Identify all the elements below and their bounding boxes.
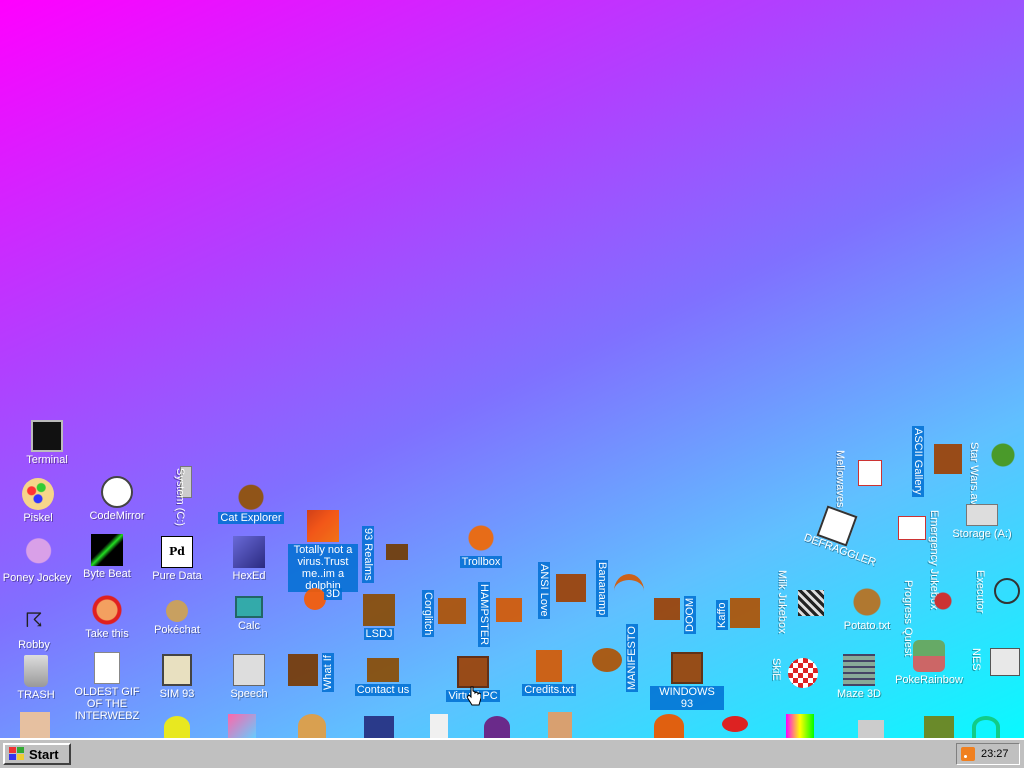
start-label: Start: [29, 746, 59, 762]
floppy-drive-icon: [966, 504, 998, 526]
banana-icon: [614, 574, 644, 608]
pony-icon: [21, 538, 53, 570]
virtual-pc-icon: [457, 656, 489, 688]
stick-figure-icon: ☈: [25, 610, 43, 632]
contact-icon: [367, 658, 399, 682]
partial-icon-lips[interactable]: [722, 716, 748, 732]
text-file-icon: [536, 650, 562, 682]
desktop-icon-pokerainbow[interactable]: PokeRainbow: [892, 640, 966, 686]
green-wave-icon: [91, 534, 123, 566]
partial-icon-box[interactable]: [364, 716, 394, 738]
chat-icon: [465, 522, 497, 554]
desktop-icon-pure-data[interactable]: Pd Pure Data: [140, 536, 214, 582]
pd-icon: Pd: [161, 536, 193, 568]
pokeball-icon: [166, 600, 188, 622]
partial-icon-face[interactable]: [20, 712, 50, 738]
clock[interactable]: 23:27: [981, 748, 1009, 760]
desktop-icon-dolphin[interactable]: Totally not a virus.Trust me..im a dolph…: [286, 510, 360, 592]
terminal-icon: [31, 420, 63, 452]
kaffo-icon: [730, 598, 760, 628]
partial-icon-virus[interactable]: [484, 716, 510, 738]
doom-icon: [654, 598, 680, 620]
desktop-icon-trollbox[interactable]: Trollbox: [444, 522, 518, 568]
partial-icon-smiley[interactable]: [164, 716, 190, 738]
nes-icon: [990, 648, 1020, 676]
speech-face-icon: [233, 654, 265, 686]
partial-icon-mystery[interactable]: [924, 716, 954, 738]
executor-icon: [994, 578, 1020, 604]
desktop-icon-pokechat[interactable]: Pokéchat: [140, 600, 214, 636]
desktop-icon-credits[interactable]: Credits.txt: [512, 650, 586, 696]
windows-logo-icon: [9, 747, 25, 761]
ascii-gallery-icon: [934, 444, 962, 474]
blob-icon: [304, 588, 326, 610]
sim-book-icon: [162, 654, 192, 686]
star-wars-icon: [988, 440, 1018, 470]
cat-globe-icon: [235, 478, 267, 510]
desktop-icon-cat-explorer[interactable]: Cat Explorer: [214, 478, 288, 524]
trash-icon: [24, 655, 48, 687]
computer-icon: [671, 652, 703, 684]
start-button[interactable]: Start: [3, 743, 71, 765]
desktop-icon-lsdj[interactable]: LSDJ: [342, 594, 416, 640]
troll-face-icon: [91, 594, 123, 626]
desktop-icon-oldest-gif[interactable]: OLDEST GIF OF THE INTERWEBZ: [70, 652, 144, 722]
jukebox-icon: [898, 516, 926, 540]
cube-icon: [233, 536, 265, 568]
desktop-icon-trash[interactable]: TRASH: [0, 655, 73, 701]
desktop-icon-take-this[interactable]: Take this: [70, 594, 144, 640]
hand-cursor-icon: [467, 686, 481, 706]
desktop-icon-byte-beat[interactable]: Byte Beat: [70, 534, 144, 580]
gif-icon: [94, 652, 120, 684]
desktop-icon-speech[interactable]: Speech: [212, 654, 286, 700]
what-if-icon: [288, 654, 318, 686]
palette-icon: [22, 478, 54, 510]
mellowaves-icon: [858, 460, 882, 486]
partial-icon-face2[interactable]: [548, 712, 572, 738]
manifesto-icon: [592, 648, 622, 672]
partial-icon-cookie[interactable]: [298, 714, 326, 738]
partial-icon-colors[interactable]: [786, 714, 814, 738]
partial-icon-cube[interactable]: [228, 714, 256, 738]
hamster-icon: [496, 598, 522, 622]
taskbar: Start 23:27: [0, 738, 1024, 768]
realms-icon: [386, 544, 408, 560]
desktop-icon-codemirror[interactable]: CodeMirror: [80, 476, 154, 522]
dolphin-icon: [307, 510, 339, 542]
cat-editor-icon: [101, 476, 133, 508]
desktop-icon-3d[interactable]: 3D: [290, 588, 343, 612]
desktop-icon-storage-a[interactable]: Storage (A:): [945, 504, 1019, 540]
desktop-icon-maze-3d[interactable]: Maze 3D: [822, 654, 896, 700]
desktop-icon-contact-us[interactable]: Contact us: [346, 658, 420, 696]
partial-icon-bottle[interactable]: [430, 714, 448, 738]
desktop-icon-system-c[interactable]: System (C:): [170, 466, 210, 526]
desktop-icon-terminal[interactable]: Terminal: [10, 420, 84, 466]
milk-jukebox-icon: [798, 590, 824, 616]
desktop-icon-windows93[interactable]: WINDOWS 93: [650, 652, 724, 710]
lsdj-icon: [363, 594, 395, 626]
desktop-icon-robby[interactable]: ☈ Robby: [0, 605, 71, 651]
ansi-icon: [556, 574, 586, 602]
quest-icon: [928, 586, 958, 616]
desktop-icon-poney-jockey[interactable]: Poney Jockey: [0, 538, 74, 584]
potato-icon: [851, 586, 883, 618]
corgi-icon: [438, 598, 466, 624]
desktop-icon-potato[interactable]: Potato.txt: [830, 586, 904, 632]
amiga-ball-icon: [788, 658, 818, 688]
partial-icon-halflife[interactable]: [654, 714, 684, 738]
rss-feed-icon[interactable]: [961, 747, 975, 761]
poke-rainbow-icon: [913, 640, 945, 672]
partial-icon-gameboy[interactable]: [858, 720, 884, 738]
system-tray: 23:27: [956, 743, 1020, 765]
desktop-icon-calc[interactable]: Calc: [212, 596, 286, 632]
desktop: Terminal Piskel Poney Jockey ☈ Robby TRA…: [0, 0, 1024, 738]
desktop-icon-defraggler[interactable]: DEFRAGGLER: [800, 505, 878, 569]
desktop-icon-piskel[interactable]: Piskel: [1, 478, 75, 524]
desktop-icon-sim93[interactable]: SIM 93: [140, 654, 214, 700]
calculator-icon: [235, 596, 263, 618]
maze-icon: [843, 654, 875, 686]
desktop-icon-hexed[interactable]: HexEd: [212, 536, 286, 582]
partial-icon-ring[interactable]: [972, 716, 1000, 738]
